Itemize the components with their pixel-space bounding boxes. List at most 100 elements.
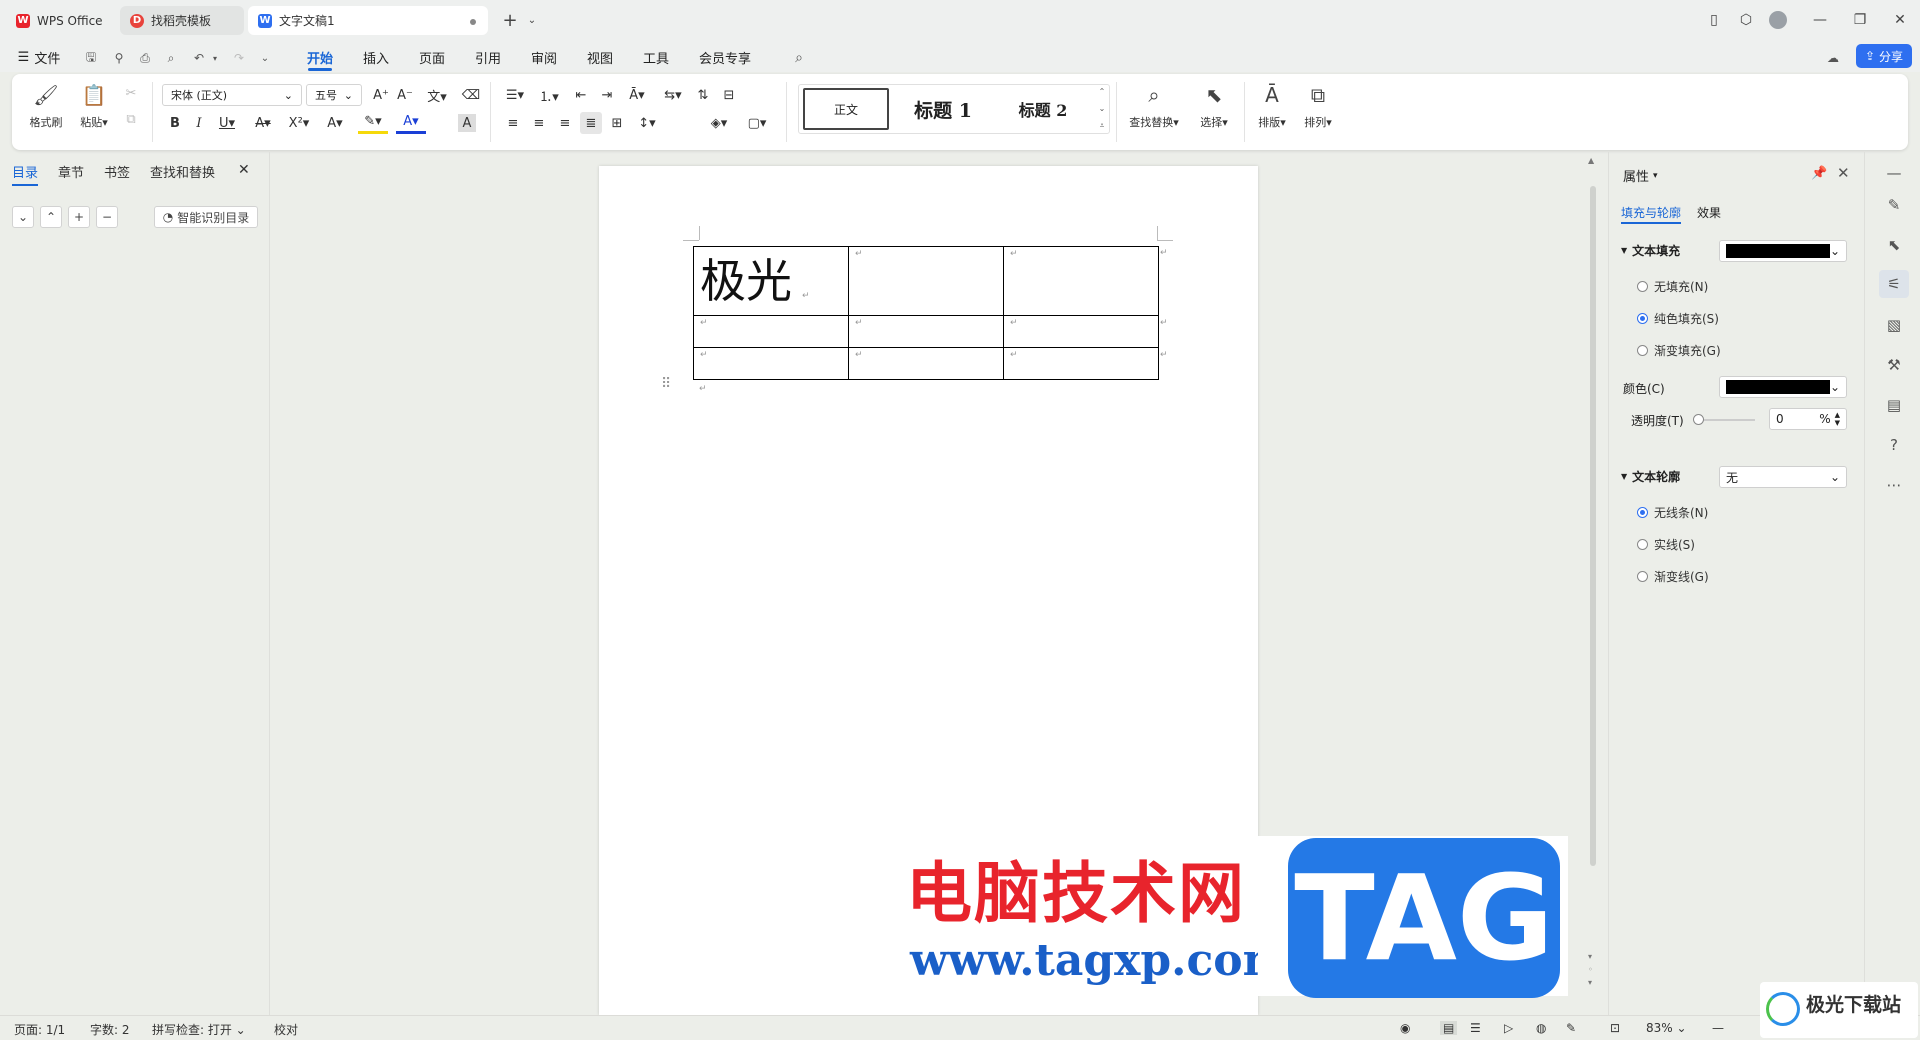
read-icon[interactable]: ▤ bbox=[1883, 394, 1905, 416]
fit-page-icon[interactable]: ⊡ bbox=[1610, 1021, 1620, 1035]
font-size-select[interactable]: 五号 ⌄ bbox=[306, 84, 362, 106]
radio-gradient-line[interactable] bbox=[1637, 571, 1648, 582]
select-cursor-icon[interactable]: ⬉ bbox=[1883, 234, 1905, 256]
numbered-list-icon[interactable]: ⒈▾ bbox=[534, 84, 564, 106]
page-view-icon[interactable]: ▤ bbox=[1440, 1021, 1458, 1035]
nav-tab-toc[interactable]: 目录 bbox=[12, 162, 38, 181]
more-quick-chevron-icon[interactable]: ⌄ bbox=[256, 49, 274, 67]
clear-format-icon[interactable]: ⌫ bbox=[460, 84, 482, 106]
text-fill-section[interactable]: ▼ 文本填充 bbox=[1621, 242, 1680, 259]
nav-tab-bookmarks[interactable]: 书签 bbox=[104, 162, 130, 181]
cube-icon[interactable]: ⬡ bbox=[1732, 8, 1760, 32]
show-marks-icon[interactable]: ⊟ bbox=[718, 84, 740, 106]
text-direction-icon[interactable]: ⇆▾ bbox=[658, 84, 688, 106]
layout-icon[interactable]: ▯ bbox=[1700, 8, 1728, 32]
transparency-slider-track[interactable] bbox=[1695, 419, 1755, 421]
spell-check-status[interactable]: 拼写检查: 打开 ⌄ bbox=[152, 1021, 246, 1038]
close-window-icon[interactable]: ✕ bbox=[1886, 8, 1914, 32]
page-nav-icons[interactable]: ▾ ◦ ▾ bbox=[1588, 950, 1593, 989]
image-edit-icon[interactable]: ▧ bbox=[1883, 314, 1905, 336]
tab-wps-office[interactable]: W WPS Office bbox=[6, 6, 116, 35]
close-panel-icon[interactable]: ✕ bbox=[238, 162, 250, 178]
gradient-fill-option[interactable]: 渐变填充(G) bbox=[1637, 342, 1721, 359]
help-icon[interactable]: ? bbox=[1883, 434, 1905, 456]
sort-icon[interactable]: ⇅ bbox=[692, 84, 714, 106]
find-replace-button[interactable]: ⌕ 查找替换▾ bbox=[1124, 82, 1184, 142]
style-heading-1[interactable]: 标题 1 bbox=[895, 88, 991, 130]
radio-solid-line[interactable] bbox=[1637, 539, 1648, 550]
table-move-handle-icon[interactable]: ⠿ bbox=[661, 376, 671, 392]
solid-line-option[interactable]: 实线(S) bbox=[1637, 536, 1695, 553]
text-fill-color-select[interactable]: ⌄ bbox=[1719, 240, 1847, 262]
undo-chevron-icon[interactable]: ▾ bbox=[206, 49, 224, 67]
tab-page[interactable]: 页面 bbox=[412, 46, 452, 68]
word-count[interactable]: 字数: 2 bbox=[90, 1021, 130, 1038]
redo-icon[interactable]: ↷ bbox=[230, 49, 248, 67]
tab-list-chevron-icon[interactable]: ⌄ bbox=[518, 8, 546, 32]
tab-effects[interactable]: 效果 bbox=[1697, 204, 1721, 221]
line-spacing-icon[interactable]: ↕▾ bbox=[632, 112, 662, 134]
table-cell[interactable]: ↵ bbox=[693, 315, 849, 348]
borders-icon[interactable]: ▢▾ bbox=[742, 112, 772, 134]
tab-home[interactable]: 开始 bbox=[300, 46, 340, 71]
table-cell[interactable]: ↵ bbox=[1003, 315, 1159, 348]
close-icon[interactable]: ✕ bbox=[1837, 164, 1850, 182]
smart-toc-button[interactable]: ◔ 智能识别目录 bbox=[154, 206, 258, 228]
style-normal[interactable]: 正文 bbox=[803, 88, 889, 130]
text-outline-select[interactable]: 无 ⌄ bbox=[1719, 466, 1847, 488]
align-right-icon[interactable]: ≡ bbox=[554, 112, 576, 134]
radio-solid-fill[interactable] bbox=[1637, 313, 1648, 324]
gradient-line-option[interactable]: 渐变线(G) bbox=[1637, 568, 1709, 585]
tab-insert[interactable]: 插入 bbox=[356, 46, 396, 68]
link-icon[interactable]: ⚲ bbox=[110, 49, 128, 67]
radio-gradient-fill[interactable] bbox=[1637, 345, 1648, 356]
remove-level-icon[interactable]: − bbox=[96, 206, 118, 228]
proofread-button[interactable]: 校对 bbox=[274, 1021, 298, 1038]
highlight-icon[interactable]: ✎▾ bbox=[358, 112, 388, 134]
tab-review[interactable]: 审阅 bbox=[524, 46, 564, 68]
share-button[interactable]: ⇪ 分享 bbox=[1856, 44, 1912, 68]
cut-icon[interactable]: ✂ bbox=[120, 82, 142, 104]
bullet-list-icon[interactable]: ☰▾ bbox=[500, 84, 530, 106]
tab-member[interactable]: 会员专享 bbox=[692, 46, 758, 68]
print-preview-icon[interactable]: ⌕ bbox=[162, 49, 180, 67]
layout-button[interactable]: Ā 排版▾ bbox=[1252, 82, 1292, 142]
text-effect-icon[interactable]: A▾ bbox=[320, 112, 350, 134]
color-select[interactable]: ⌄ bbox=[1719, 376, 1847, 398]
page-count[interactable]: 页面: 1/1 bbox=[14, 1021, 65, 1038]
web-view-icon[interactable]: ◍ bbox=[1536, 1021, 1546, 1035]
radio-no-fill[interactable] bbox=[1637, 281, 1648, 292]
tab-docer-templates[interactable]: D 找稻壳模板 bbox=[120, 6, 244, 35]
unsaved-dot-icon[interactable] bbox=[470, 19, 476, 25]
play-icon[interactable]: ▷ bbox=[1504, 1021, 1513, 1035]
pen-icon[interactable]: ✎ bbox=[1883, 194, 1905, 216]
shading-icon[interactable]: ◈▾ bbox=[704, 112, 734, 134]
outline-view-icon[interactable]: ☰ bbox=[1470, 1021, 1481, 1035]
no-fill-option[interactable]: 无填充(N) bbox=[1637, 278, 1708, 295]
eye-icon[interactable]: ◉ bbox=[1400, 1021, 1410, 1035]
document-table[interactable]: 极光 ↵ ↵ ↵ ↵ ↵ ↵ ↵ ↵ ↵ bbox=[693, 246, 1159, 380]
add-level-icon[interactable]: + bbox=[68, 206, 90, 228]
font-name-select[interactable]: 宋体 (正文) ⌄ bbox=[162, 84, 302, 106]
zoom-out-icon[interactable]: — bbox=[1712, 1021, 1724, 1035]
nav-tab-find[interactable]: 查找和替换 bbox=[150, 162, 215, 181]
shrink-font-icon[interactable]: A⁻ bbox=[394, 84, 416, 106]
tab-references[interactable]: 引用 bbox=[468, 46, 508, 68]
table-cell[interactable]: ↵ bbox=[848, 315, 1004, 348]
radio-no-line[interactable] bbox=[1637, 507, 1648, 518]
table-cell[interactable]: ↵ bbox=[848, 347, 1004, 380]
phonetic-icon[interactable]: 文▾ bbox=[422, 84, 452, 106]
arrange-button[interactable]: ⧉ 排列▾ bbox=[1298, 82, 1338, 142]
cloud-icon[interactable]: ☁ bbox=[1824, 49, 1842, 67]
decrease-indent-icon[interactable]: ⇤ bbox=[570, 84, 592, 106]
properties-icon[interactable]: ⚟ bbox=[1879, 270, 1909, 298]
pen-mode-icon[interactable]: ✎ bbox=[1566, 1021, 1576, 1035]
save-icon[interactable]: 🖫 bbox=[82, 49, 100, 67]
stepper-icon[interactable]: ▲ ▼ bbox=[1835, 411, 1840, 427]
print-icon[interactable]: ⎙ bbox=[136, 49, 154, 67]
copy-icon[interactable]: ⧉ bbox=[120, 108, 142, 130]
text-outline-section[interactable]: ▼ 文本轮廓 bbox=[1621, 468, 1680, 485]
distribute-icon[interactable]: ⊞ bbox=[606, 112, 628, 134]
strikethrough-icon[interactable]: A▾ bbox=[248, 112, 278, 134]
table-cell[interactable]: ↵ bbox=[848, 246, 1004, 316]
